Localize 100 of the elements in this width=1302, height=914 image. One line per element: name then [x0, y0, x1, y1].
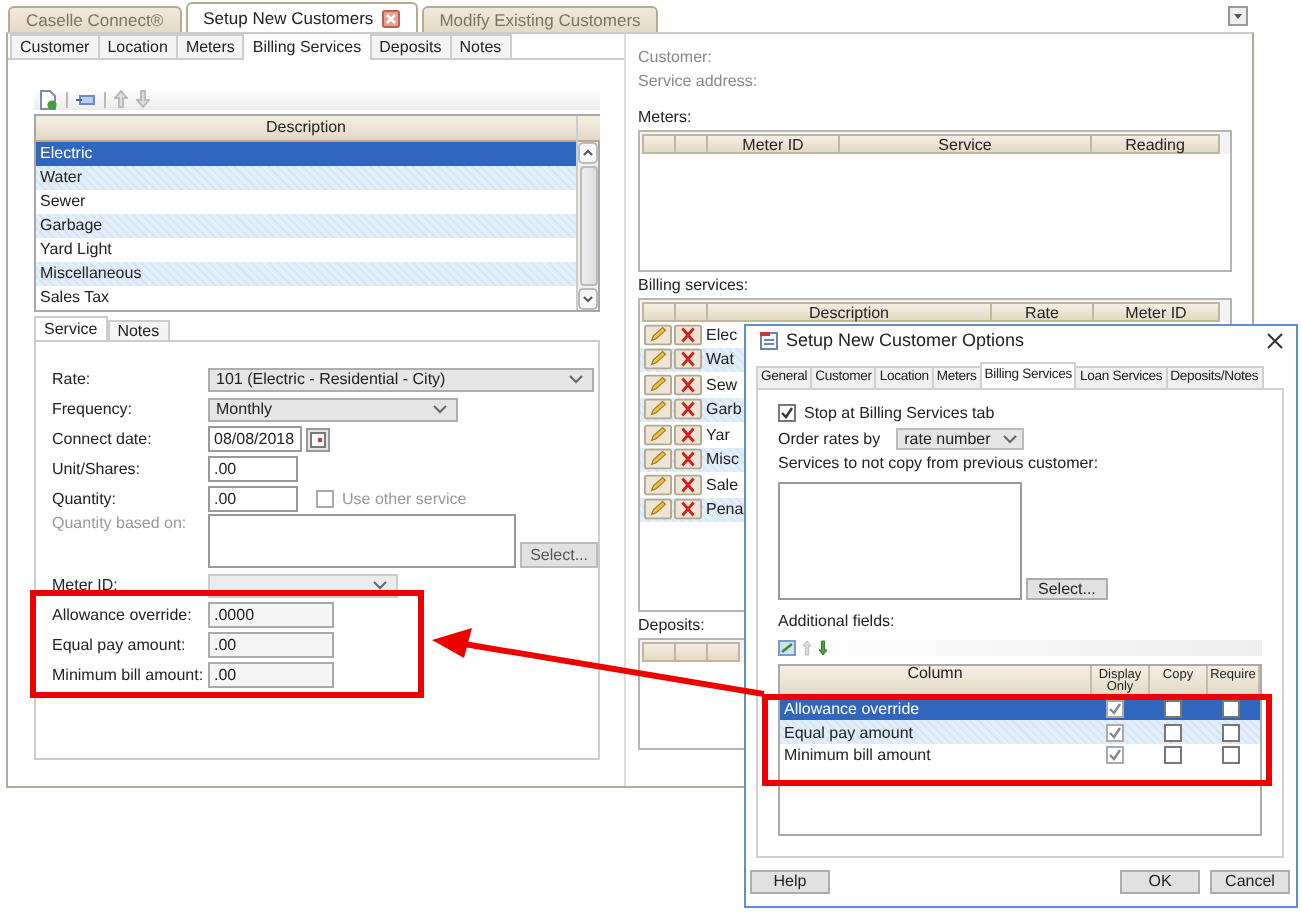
checkbox[interactable] — [1106, 700, 1125, 719]
caret-icon — [432, 402, 448, 416]
input-field[interactable]: .00 — [208, 456, 298, 482]
delete-icon[interactable] — [674, 323, 702, 346]
checkbox[interactable] — [778, 404, 796, 423]
scroll-down-icon[interactable] — [578, 288, 598, 310]
column-header: Description — [36, 116, 576, 142]
table-cell: Garb — [706, 400, 742, 419]
list-row[interactable]: Sales Tax — [36, 286, 576, 310]
list-row[interactable]: Yard Light — [36, 238, 576, 262]
list-row[interactable]: Electric — [36, 142, 576, 166]
tab[interactable]: Deposits — [369, 34, 452, 58]
dropdown[interactable]: Monthly — [208, 397, 458, 421]
checkbox[interactable] — [1164, 700, 1183, 719]
tab[interactable]: Location — [97, 34, 178, 58]
scroll-up-icon[interactable] — [578, 142, 598, 164]
new-document-icon[interactable] — [38, 89, 58, 109]
tab[interactable]: Modify Existing Customers — [421, 6, 659, 32]
column-header — [674, 134, 708, 154]
delete-icon[interactable] — [674, 398, 702, 421]
field-label: Connect date: — [52, 430, 154, 448]
pencil-icon[interactable] — [644, 348, 672, 371]
checkbox[interactable] — [1106, 746, 1125, 765]
input-field[interactable]: .00 — [208, 632, 334, 658]
pencil-icon[interactable] — [644, 498, 672, 521]
scrollbar[interactable] — [576, 116, 598, 310]
field-label: Quantity based on: — [52, 514, 189, 532]
table-cell-text: Equal pay amount — [782, 723, 915, 742]
tab[interactable]: Meters — [175, 34, 245, 58]
date-field[interactable]: 08/08/2018 — [208, 426, 302, 452]
checkbox[interactable] — [1164, 746, 1183, 765]
dropdown-icon[interactable] — [1228, 6, 1248, 26]
checkbox-label: Stop at Billing Services tab — [804, 404, 995, 423]
tab[interactable]: Customer — [10, 34, 100, 58]
caret-icon — [372, 578, 388, 592]
tab[interactable]: Setup New Customers — [185, 2, 418, 32]
column-header — [642, 134, 676, 154]
insert-icon[interactable] — [76, 91, 96, 107]
delete-icon[interactable] — [674, 473, 702, 496]
delete-icon[interactable] — [674, 448, 702, 471]
column-header: Meter ID — [1092, 302, 1220, 322]
checkbox[interactable] — [1106, 723, 1125, 742]
pencil-icon[interactable] — [644, 398, 672, 421]
close-icon[interactable] — [1266, 331, 1284, 350]
pencil-icon[interactable] — [644, 423, 672, 446]
tab-label: Modify Existing Customers — [439, 10, 641, 30]
field-label: Meter ID: — [52, 576, 120, 594]
input-field[interactable]: .00 — [208, 486, 298, 512]
dropdown-value: Monthly — [216, 400, 273, 418]
column-header — [674, 642, 708, 662]
list-box[interactable] — [778, 481, 1022, 600]
delete-icon[interactable] — [674, 423, 702, 446]
dropdown[interactable]: rate number — [896, 428, 1025, 451]
help-button[interactable]: Help — [750, 869, 830, 894]
delete-icon[interactable] — [674, 498, 702, 521]
checkbox-label: Use other service — [342, 490, 467, 508]
input-field[interactable]: .00 — [208, 662, 334, 688]
pencil-icon[interactable] — [644, 323, 672, 346]
list-row[interactable]: Garbage — [36, 214, 576, 238]
table-cell: Sale — [706, 475, 739, 494]
table-cell: Elec — [706, 325, 738, 344]
field-label: Allowance override: — [52, 606, 194, 624]
tab[interactable]: Service — [34, 316, 108, 340]
check-icon — [780, 406, 794, 421]
checkbox[interactable] — [1164, 723, 1183, 742]
edit-icon[interactable] — [778, 639, 796, 656]
pencil-icon[interactable] — [644, 473, 672, 496]
tab[interactable]: Notes — [107, 320, 170, 340]
pencil-icon[interactable] — [644, 373, 672, 396]
input-field[interactable]: .0000 — [208, 602, 334, 628]
pencil-icon[interactable] — [644, 448, 672, 471]
column-header: Rate — [990, 302, 1094, 322]
field-label: Services to not copy from previous customer: — [778, 454, 1099, 473]
dialog-button[interactable]: Cancel — [1210, 869, 1290, 894]
checkbox[interactable] — [1222, 700, 1241, 719]
dialog-button[interactable]: OK — [1120, 869, 1200, 894]
dropdown[interactable]: 101 (Electric - Residential - City) — [208, 367, 594, 391]
table-row[interactable]: Minimum bill amount — [780, 743, 1260, 767]
tab[interactable]: Notes — [449, 34, 512, 58]
column-header — [674, 302, 708, 322]
table-row[interactable]: Equal pay amount — [780, 720, 1260, 744]
checkbox[interactable] — [316, 490, 334, 508]
list-row[interactable]: Miscellaneous — [36, 262, 576, 286]
caret-icon — [1002, 432, 1019, 447]
text-area[interactable] — [208, 514, 517, 568]
column-header: Service — [838, 134, 1092, 154]
header-corner — [577, 116, 599, 142]
delete-icon[interactable] — [674, 373, 702, 396]
checkbox[interactable] — [1222, 723, 1241, 742]
tab[interactable]: Caselle Connect® — [8, 6, 182, 32]
down-arrow-icon[interactable] — [818, 639, 828, 656]
select-button[interactable]: Select... — [1026, 577, 1108, 600]
window-icon — [758, 330, 778, 351]
list-row[interactable]: Sewer — [36, 190, 576, 214]
calendar-icon[interactable] — [306, 427, 330, 451]
table-cell: Sew — [706, 375, 738, 394]
delete-icon[interactable] — [674, 348, 702, 371]
checkbox[interactable] — [1222, 746, 1241, 765]
field-label: Frequency: — [52, 400, 135, 418]
list-row[interactable]: Water — [36, 166, 576, 190]
